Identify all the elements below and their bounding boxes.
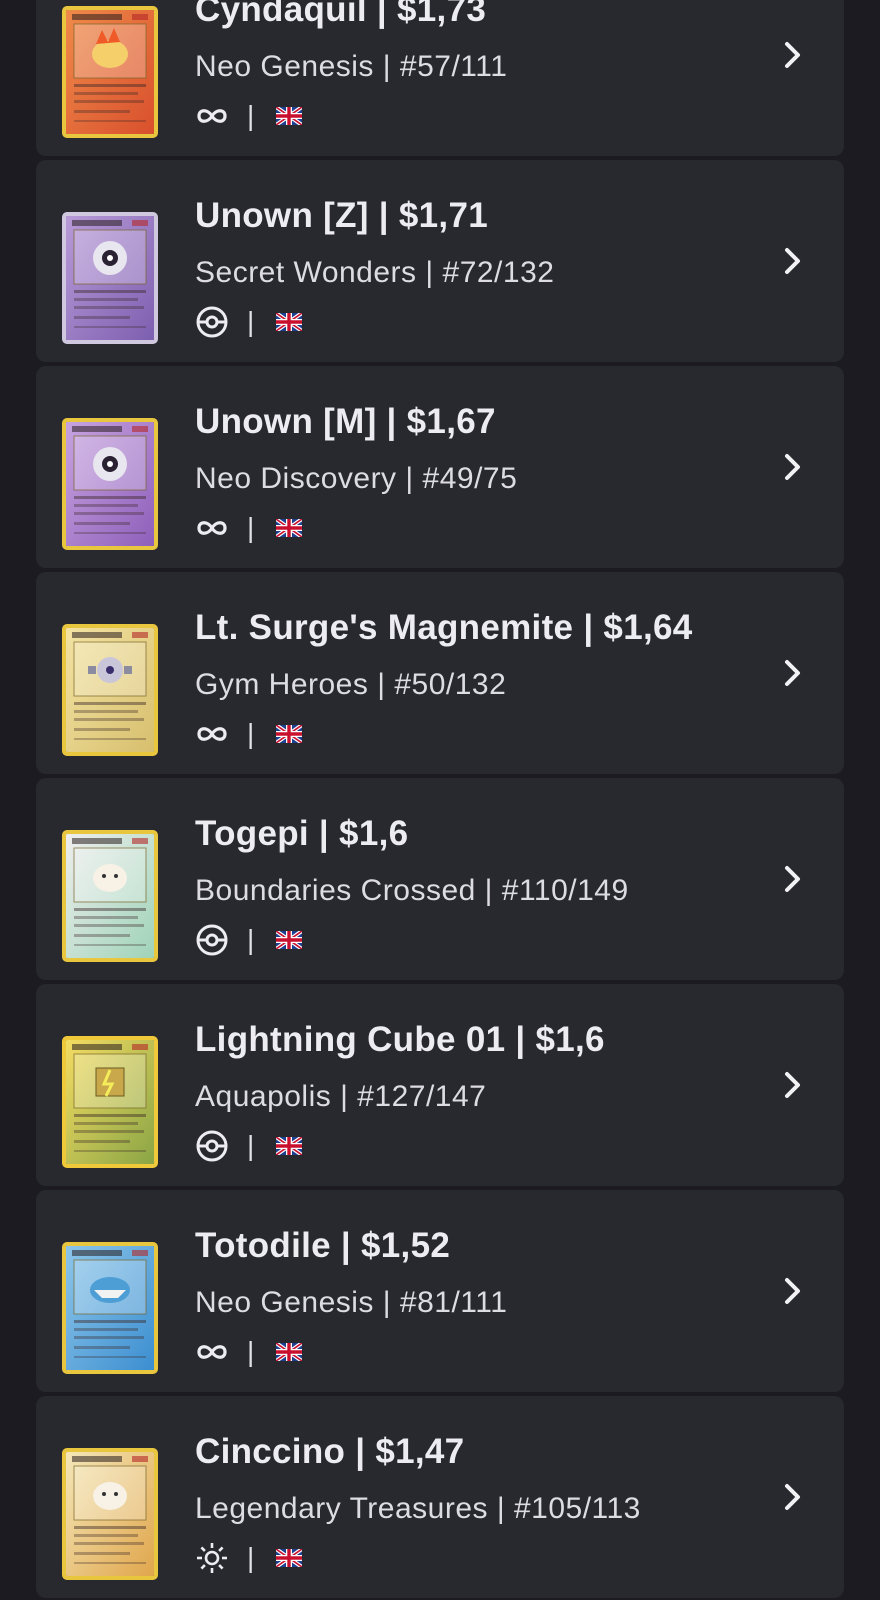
meta-separator: | [247, 1336, 255, 1367]
chevron-right-icon[interactable] [782, 862, 804, 896]
card-meta-row: | [195, 96, 304, 136]
card-set-number: Neo Discovery | #49/75 [195, 462, 518, 495]
card-set-number: Secret Wonders | #72/132 [195, 256, 555, 289]
card-meta-row: | [195, 1538, 304, 1578]
uk-flag-icon [275, 929, 304, 951]
card-meta-row: | [195, 1332, 304, 1372]
card-list-item[interactable]: Lt. Surge's Magnemite | $1,64 Gym Heroes … [36, 572, 844, 774]
card-set-number: Boundaries Crossed | #110/149 [195, 874, 629, 907]
meta-separator: | [247, 718, 255, 749]
card-thumbnail-image [62, 1448, 158, 1580]
unlimited-infinity-icon [195, 717, 229, 751]
card-title: Unown [M] | $1,67 [195, 402, 496, 441]
card-thumbnail-image [62, 418, 158, 550]
card-thumbnail-image [62, 1242, 158, 1374]
pokeball-icon [195, 305, 229, 339]
card-title: Cinccino | $1,47 [195, 1432, 465, 1471]
card-list-item[interactable]: Cyndaquil | $1,73 Neo Genesis | #57/111 | [36, 0, 844, 156]
card-list-item[interactable]: Togepi | $1,6 Boundaries Crossed | #110/1… [36, 778, 844, 980]
card-set-number: Legendary Treasures | #105/113 [195, 1492, 641, 1525]
card-set-number: Neo Genesis | #57/111 [195, 50, 508, 83]
pokeball-icon [195, 1129, 229, 1163]
unlimited-infinity-icon [195, 1335, 229, 1369]
card-title: Unown [Z] | $1,71 [195, 196, 488, 235]
chevron-right-icon[interactable] [782, 1068, 804, 1102]
uk-flag-icon [275, 1135, 304, 1157]
card-list-item[interactable]: Totodile | $1,52 Neo Genesis | #81/111 | [36, 1190, 844, 1392]
card-title: Cyndaquil | $1,73 [195, 0, 487, 29]
uk-flag-icon [275, 1547, 304, 1569]
uk-flag-icon [275, 517, 304, 539]
card-meta-row: | [195, 508, 304, 548]
uk-flag-icon [275, 723, 304, 745]
pokeball-icon [195, 923, 229, 957]
chevron-right-icon[interactable] [782, 38, 804, 72]
sun-icon [195, 1541, 229, 1575]
uk-flag-icon [275, 311, 304, 333]
card-meta-row: | [195, 920, 304, 960]
chevron-right-icon[interactable] [782, 1274, 804, 1308]
meta-separator: | [247, 100, 255, 131]
uk-flag-icon [275, 1341, 304, 1363]
meta-separator: | [247, 1542, 255, 1573]
card-set-number: Gym Heroes | #50/132 [195, 668, 507, 701]
card-list-item[interactable]: Unown [Z] | $1,71 Secret Wonders | #72/13… [36, 160, 844, 362]
card-list-item[interactable]: Unown [M] | $1,67 Neo Discovery | #49/75 | [36, 366, 844, 568]
chevron-right-icon[interactable] [782, 244, 804, 278]
chevron-right-icon[interactable] [782, 450, 804, 484]
card-set-number: Aquapolis | #127/147 [195, 1080, 487, 1113]
meta-separator: | [247, 512, 255, 543]
meta-separator: | [247, 924, 255, 955]
card-meta-row: | [195, 714, 304, 754]
card-title: Lightning Cube 01 | $1,6 [195, 1020, 605, 1059]
meta-separator: | [247, 306, 255, 337]
card-set-number: Neo Genesis | #81/111 [195, 1286, 508, 1319]
card-meta-row: | [195, 302, 304, 342]
card-title: Togepi | $1,6 [195, 814, 409, 853]
card-list-item[interactable]: Lightning Cube 01 | $1,6 Aquapolis | #127… [36, 984, 844, 1186]
card-thumbnail-image [62, 212, 158, 344]
card-title: Totodile | $1,52 [195, 1226, 451, 1265]
chevron-right-icon[interactable] [782, 1480, 804, 1514]
meta-separator: | [247, 1130, 255, 1161]
card-list-item[interactable]: Cinccino | $1,47 Legendary Treasures | #1… [36, 1396, 844, 1598]
card-thumbnail-image [62, 1036, 158, 1168]
card-thumbnail-image [62, 830, 158, 962]
uk-flag-icon [275, 105, 304, 127]
chevron-right-icon[interactable] [782, 656, 804, 690]
unlimited-infinity-icon [195, 99, 229, 133]
card-thumbnail-image [62, 624, 158, 756]
card-title: Lt. Surge's Magnemite | $1,64 [195, 608, 693, 647]
card-thumbnail-image [62, 6, 158, 138]
unlimited-infinity-icon [195, 511, 229, 545]
card-meta-row: | [195, 1126, 304, 1166]
